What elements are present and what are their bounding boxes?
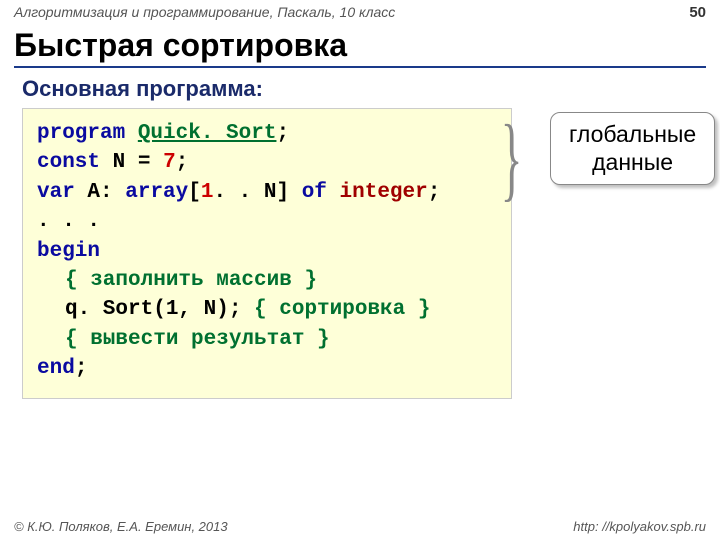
keyword-array: array <box>125 181 188 204</box>
code-line: begin <box>37 237 497 266</box>
code-line: q. Sort(1, N); { сортировка } <box>37 295 497 324</box>
code-line: var A: array[1. . N] of integer; <box>37 178 497 207</box>
course-title: Алгоритмизация и программирование, Паска… <box>14 4 395 20</box>
semicolon: ; <box>75 357 88 380</box>
keyword-program: program <box>37 122 125 145</box>
comment-fill: { заполнить массив } <box>65 269 317 292</box>
code-line: { вывести результат } <box>37 325 497 354</box>
callout-line1: глобальные <box>569 121 696 149</box>
num-one: 1 <box>201 181 214 204</box>
code-block: program Quick. Sort; const N = 7; var A:… <box>22 108 512 399</box>
semicolon: ; <box>428 181 441 204</box>
keyword-const: const <box>37 151 100 174</box>
range-text: . . N] <box>213 181 301 204</box>
call-qsort: q. Sort(1, N); <box>65 298 254 321</box>
callout-line2: данные <box>569 149 696 177</box>
keyword-begin: begin <box>37 240 100 263</box>
slide-header: Алгоритмизация и программирование, Паска… <box>0 0 720 21</box>
section-subtitle: Основная программа: <box>22 76 720 102</box>
semicolon: ; <box>176 151 189 174</box>
copyright-text: © К.Ю. Поляков, Е.А. Еремин, 2013 <box>14 519 228 534</box>
code-line: . . . <box>37 207 497 236</box>
type-integer: integer <box>340 181 428 204</box>
comment-sort: { сортировка } <box>254 298 430 321</box>
code-line: end; <box>37 354 497 383</box>
page-title: Быстрая сортировка <box>14 27 706 68</box>
bracket-open: [ <box>188 181 201 204</box>
code-line: program Quick. Sort; <box>37 119 497 148</box>
code-line: { заполнить массив } <box>37 266 497 295</box>
callout-global-data: глобальные данные <box>550 112 715 185</box>
code-line: const N = 7; <box>37 148 497 177</box>
keyword-end: end <box>37 357 75 380</box>
curly-brace-icon: } <box>501 112 523 207</box>
const-value: 7 <box>163 151 176 174</box>
slide-footer: © К.Ю. Поляков, Е.А. Еремин, 2013 http: … <box>0 519 720 534</box>
footer-url: http: //kpolyakov.spb.ru <box>573 519 706 534</box>
var-head: A: <box>87 181 125 204</box>
semicolon: ; <box>276 122 289 145</box>
equals: = <box>138 151 151 174</box>
page-number: 50 <box>689 4 706 21</box>
program-name: Quick. Sort <box>138 122 277 145</box>
comment-output: { вывести результат } <box>65 328 330 351</box>
keyword-var: var <box>37 181 75 204</box>
keyword-of: of <box>302 181 327 204</box>
code-area: program Quick. Sort; const N = 7; var A:… <box>22 108 720 399</box>
const-name: N <box>113 151 126 174</box>
